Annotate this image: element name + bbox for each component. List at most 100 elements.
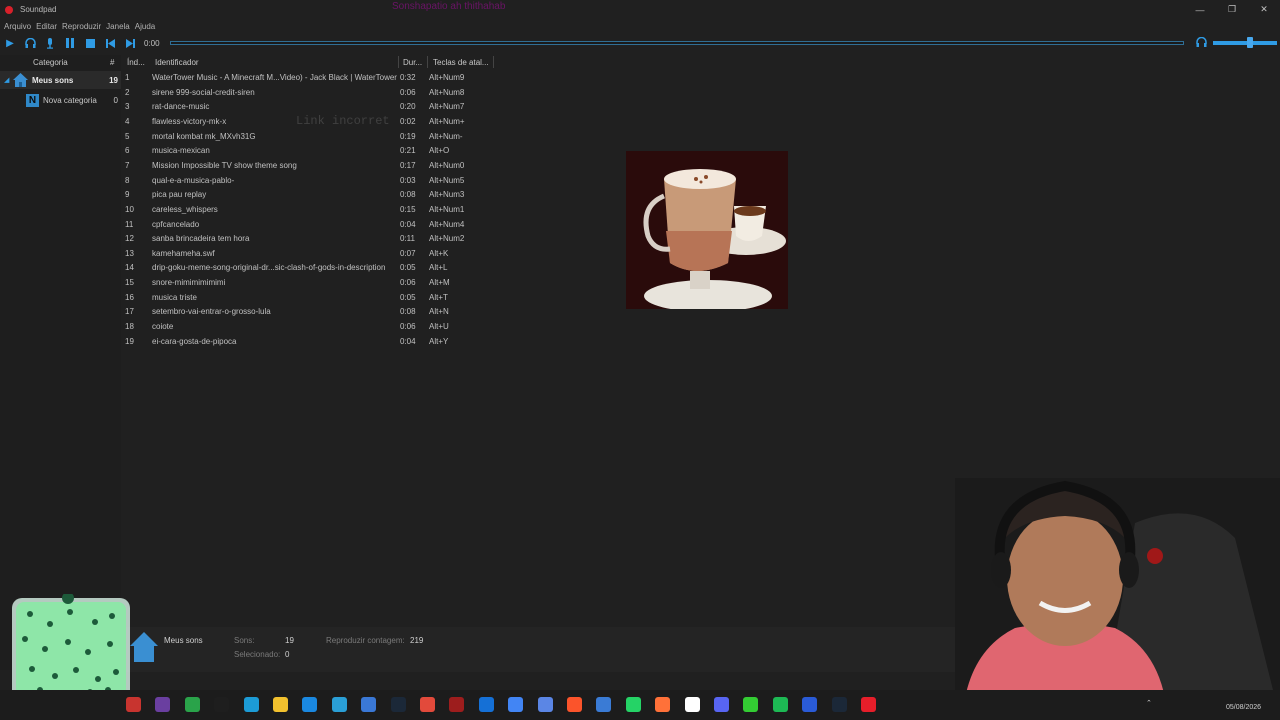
sound-row[interactable]: 13 kamehameha.swf 0:07 Alt+K	[121, 246, 501, 261]
next-icon[interactable]	[120, 34, 140, 52]
taskbar-app-icon[interactable]	[243, 697, 259, 712]
taskbar-app-icon[interactable]	[449, 697, 465, 712]
volume-slider[interactable]	[1213, 41, 1277, 45]
taskbar-app-icon[interactable]	[390, 697, 406, 712]
taskbar-app-icon[interactable]	[714, 697, 729, 712]
sound-hotkey: Alt+Num9	[429, 73, 465, 82]
ghost-overlay-text: Link incorret	[296, 114, 390, 128]
category-name: Nova categoria	[43, 95, 97, 105]
sound-row[interactable]: 15 snore-mimimimimimi 0:06 Alt+M	[121, 275, 501, 290]
menu-janela[interactable]: Janela	[106, 22, 130, 31]
category-meus-sons[interactable]: ◢ Meus sons 19	[0, 71, 121, 89]
name-column-header[interactable]: Identificador	[155, 55, 199, 69]
menu-editar[interactable]: Editar	[36, 22, 57, 31]
headphones-play-icon[interactable]	[20, 34, 40, 52]
taskbar-app-icon[interactable]	[684, 697, 700, 712]
sound-duration: 0:04	[400, 336, 416, 346]
sound-row[interactable]: 11 cpfcancelado 0:04 Alt+Num4	[121, 217, 501, 232]
stop-icon[interactable]	[80, 34, 100, 52]
taskbar-app-icon[interactable]	[772, 697, 788, 712]
pause-icon[interactable]	[60, 34, 80, 52]
taskbar-app-icon[interactable]	[478, 697, 494, 712]
previous-icon[interactable]	[100, 34, 120, 52]
playback-progress-bar[interactable]	[170, 41, 1184, 45]
sound-row[interactable]: 2 sirene 999-social-credit-siren 0:06 Alt+N…	[121, 85, 501, 100]
sound-name: musica triste	[152, 292, 197, 302]
taskbar-app-icon[interactable]	[126, 697, 141, 712]
column-divider	[427, 56, 428, 68]
hotkey-column-header[interactable]: Teclas de atal...	[433, 55, 489, 69]
home-large-icon	[130, 632, 158, 662]
microphone-icon[interactable]	[40, 34, 60, 52]
sound-duration: 0:05	[400, 292, 416, 302]
sound-hotkey: Alt+M	[429, 278, 450, 288]
sound-row[interactable]: 14 drip-goku-meme-song-original-dr...sic-…	[121, 260, 501, 275]
sound-hotkey: Alt+O	[429, 146, 450, 156]
taskbar-app-icon[interactable]	[861, 697, 876, 712]
taskbar-app-icon[interactable]	[596, 697, 612, 712]
sound-name: pica pau replay	[152, 190, 207, 200]
sounds-value: 19	[285, 636, 294, 645]
taskbar-app-icon[interactable]	[655, 697, 671, 712]
sound-index: 18	[125, 322, 134, 332]
sound-row[interactable]: 1 WaterTower Music - A Minecraft M...Vide…	[121, 70, 501, 85]
sound-row[interactable]: 5 mortal kombat mk_MXvh31G 0:19 Alt+Num-	[121, 129, 501, 144]
category-count-header[interactable]: #	[110, 55, 114, 69]
taskbar-app-icon[interactable]	[331, 697, 347, 712]
sound-duration: 0:06	[400, 87, 416, 97]
volume-slider-thumb[interactable]	[1247, 37, 1253, 48]
sound-row[interactable]: 18 coiote 0:06 Alt+U	[121, 319, 501, 334]
headphones-icon[interactable]	[1196, 36, 1207, 50]
coffee-photo	[626, 151, 788, 309]
sound-duration: 0:02	[400, 116, 416, 126]
sound-row[interactable]: 16 musica triste 0:05 Alt+T	[121, 290, 501, 305]
taskbar-app-icon[interactable]	[802, 697, 818, 712]
taskbar-app-icon[interactable]	[214, 697, 230, 712]
sound-row[interactable]: 10 careless_whispers 0:15 Alt+Num1	[121, 202, 501, 217]
taskbar-app-icon[interactable]	[567, 697, 582, 712]
taskbar-app-icon[interactable]	[743, 697, 759, 712]
sound-row[interactable]: 9 pica pau replay 0:08 Alt+Num3	[121, 187, 501, 202]
sound-row[interactable]: 12 sanba brincadeira tem hora 0:11 Alt+Num2	[121, 231, 501, 246]
taskbar-app-icon[interactable]	[625, 697, 641, 712]
sound-index: 2	[125, 87, 130, 97]
sound-row[interactable]: 6 musica-mexican 0:21 Alt+O	[121, 143, 501, 158]
index-column-header[interactable]: Índ...	[127, 55, 145, 69]
sound-name: rat-dance-music	[152, 102, 210, 112]
close-button[interactable]: ✕	[1248, 0, 1280, 19]
sound-row[interactable]: 19 ei-cara-gosta-de-pipoca 0:04 Alt+Y	[121, 334, 501, 349]
menu-bar: Arquivo Editar Reproduzir Janela Ajuda	[0, 19, 160, 33]
restore-button[interactable]: ❐	[1216, 0, 1248, 19]
play-icon[interactable]: ▶	[0, 34, 20, 52]
category-column-header[interactable]: Categoria	[33, 55, 68, 69]
taskbar-app-icon[interactable]	[155, 697, 171, 712]
duration-column-header[interactable]: Dur...	[403, 55, 422, 69]
taskbar-app-icon[interactable]	[302, 697, 318, 712]
sound-duration: 0:21	[400, 146, 416, 156]
sound-index: 9	[125, 190, 130, 200]
expand-arrow-icon[interactable]: ◢	[4, 76, 9, 84]
taskbar-app-icon[interactable]	[831, 697, 847, 712]
sound-row[interactable]: 7 Mission Impossible TV show theme song 0:…	[121, 158, 501, 173]
tray-chevron-icon[interactable]: ⌃	[1146, 699, 1152, 707]
sound-duration: 0:11	[400, 234, 415, 244]
menu-ajuda[interactable]: Ajuda	[135, 22, 155, 31]
sound-index: 12	[125, 234, 134, 244]
menu-reproduzir[interactable]: Reproduzir	[62, 22, 101, 31]
minimize-button[interactable]: —	[1184, 0, 1216, 19]
sound-row[interactable]: 8 qual-e-a-musica-pablo- 0:03 Alt+Num5	[121, 173, 501, 188]
sound-index: 8	[125, 175, 130, 185]
sound-hotkey: Alt+N	[429, 307, 449, 317]
menu-arquivo[interactable]: Arquivo	[4, 22, 31, 31]
play-count-value: 219	[410, 636, 424, 645]
sound-row[interactable]: 17 setembro-vai-entrar-o-grosso-lula 0:08 A…	[121, 304, 501, 319]
taskbar-app-icon[interactable]	[361, 697, 377, 712]
taskbar-app-icon[interactable]	[508, 697, 524, 712]
taskbar-app-icon[interactable]	[273, 697, 288, 712]
taskbar-app-icon[interactable]	[420, 697, 435, 712]
sound-hotkey: Alt+K	[429, 248, 449, 258]
taskbar-app-icon[interactable]	[184, 697, 200, 712]
taskbar-app-icon[interactable]	[537, 697, 553, 712]
category-nova-categoria[interactable]: N Nova categoria 0	[0, 91, 121, 109]
sound-row[interactable]: 3 rat-dance-music 0:20 Alt+Num7	[121, 99, 501, 114]
